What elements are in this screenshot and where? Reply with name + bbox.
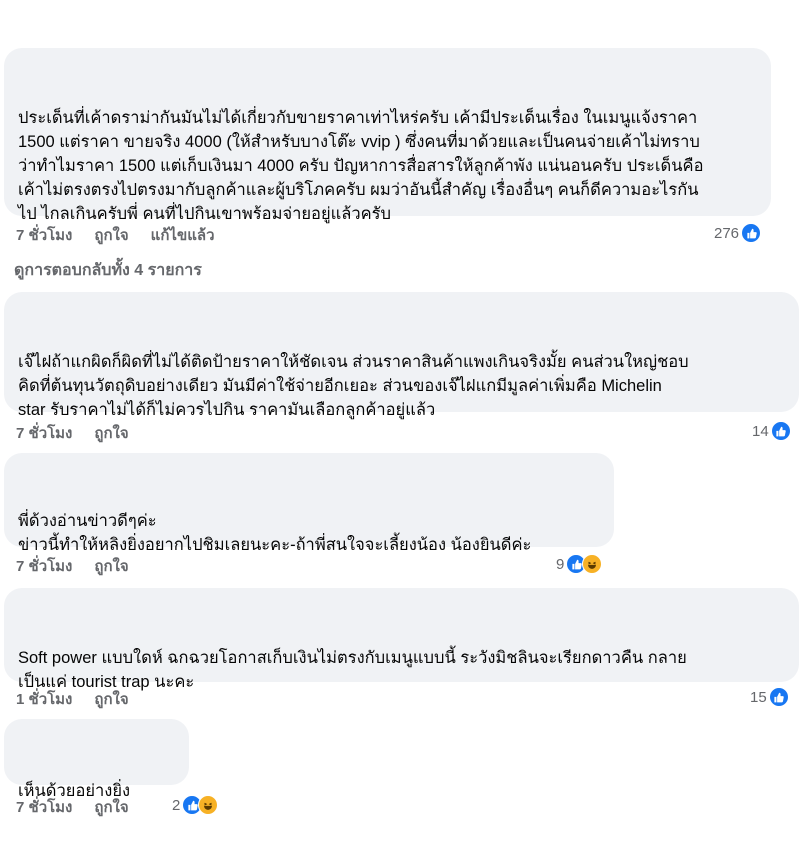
like-icon [768, 687, 789, 707]
like-action-button[interactable]: ถูกใจ [94, 799, 128, 816]
like-action-button[interactable]: ถูกใจ [94, 691, 128, 708]
comment-timestamp[interactable]: 7 ชั่วโมง [16, 558, 72, 575]
like-icon [741, 223, 762, 243]
reaction-count: 2 [172, 796, 181, 814]
haha-icon [582, 554, 603, 574]
reaction-summary[interactable]: 14 [752, 421, 791, 441]
reaction-summary[interactable]: 276 [714, 223, 762, 243]
comment-timestamp[interactable]: 7 ชั่วโมง [16, 227, 72, 244]
like-action-button[interactable]: ถูกใจ [94, 425, 128, 442]
reaction-count: 14 [752, 422, 769, 440]
comment-bubble: เห็นด้วยอย่างยิ่ง [4, 719, 189, 800]
like-action-button[interactable]: ถูกใจ [94, 558, 128, 575]
reaction-summary[interactable]: 9 [556, 554, 603, 574]
comment-text: เจ๊ไฝถ้าแกผิดก็ผิดที่ไม่ได้ติดป้ายราคาให… [18, 353, 689, 419]
reaction-summary[interactable]: 15 [750, 687, 789, 707]
like-action-button[interactable]: ถูกใจ [94, 227, 128, 244]
comment-actions: 7 ชั่วโมง ถูกใจ [16, 554, 151, 578]
reaction-count: 15 [750, 688, 767, 706]
comment-actions: 7 ชั่วโมง ถูกใจ [16, 421, 151, 445]
reaction-summary[interactable]: 2 [172, 795, 219, 815]
comment-actions: 7 ชั่วโมง ถูกใจ แก้ไขแล้ว [16, 223, 237, 247]
comment-timestamp[interactable]: 7 ชั่วโมง [16, 799, 72, 816]
reaction-count: 276 [714, 224, 740, 242]
haha-icon [198, 795, 219, 815]
edited-label: แก้ไขแล้ว [150, 227, 215, 244]
comment-bubble: Soft power แบบใดห์ ฉกฉวยโอกาสเก็บเงินไม่… [4, 588, 799, 691]
comment-text: ประเด็นที่เค้าดราม่ากันมันไม่ได้เกี่ยวกั… [18, 109, 704, 223]
reaction-count: 9 [556, 555, 565, 573]
comment-bubble: ประเด็นที่เค้าดราม่ากันมันไม่ได้เกี่ยวกั… [4, 48, 771, 223]
comment-timestamp[interactable]: 7 ชั่วโมง [16, 425, 72, 442]
comment-bubble: เจ๊ไฝถ้าแกผิดก็ผิดที่ไม่ได้ติดป้ายราคาให… [4, 292, 799, 419]
comment-bubble: พี่ด้วงอ่านข่าวดีๆค่ะ ข่าวนี้ทำให้หลิงยิ… [4, 453, 614, 554]
like-icon [770, 421, 791, 441]
comment-actions: 1 ชั่วโมง ถูกใจ [16, 687, 151, 711]
comment-timestamp[interactable]: 1 ชั่วโมง [16, 691, 72, 708]
view-all-replies-link[interactable]: ดูการตอบกลับทั้ง 4 รายการ [14, 258, 202, 283]
comment-text: พี่ด้วงอ่านข่าวดีๆค่ะ ข่าวนี้ทำให้หลิงยิ… [18, 512, 532, 554]
comment-actions: 7 ชั่วโมง ถูกใจ [16, 795, 143, 819]
